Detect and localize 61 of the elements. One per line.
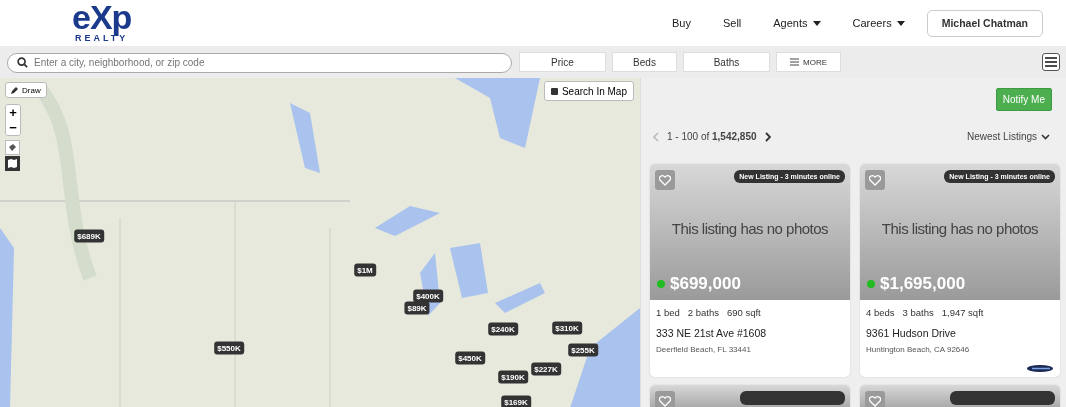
next-page-icon[interactable] bbox=[764, 131, 771, 142]
baths-text: 3 baths bbox=[902, 307, 934, 318]
filter-button[interactable]: Beds bbox=[612, 52, 677, 72]
filter-button[interactable]: Price bbox=[519, 52, 606, 72]
sqft-text: 690 sqft bbox=[726, 307, 761, 318]
no-photo-text: This listing has no photos bbox=[880, 220, 1040, 237]
layers-button[interactable] bbox=[5, 140, 20, 155]
filter-button[interactable]: MORE bbox=[776, 52, 841, 72]
zoom-out-button[interactable]: − bbox=[6, 120, 20, 135]
menu-icon bbox=[1045, 57, 1057, 67]
price-pin[interactable]: $169K bbox=[501, 395, 531, 407]
nav-link[interactable]: Agents bbox=[773, 17, 821, 29]
nav-link[interactable]: Sell bbox=[722, 17, 742, 29]
map-icon bbox=[8, 159, 17, 168]
price-pin[interactable]: $190K bbox=[498, 370, 528, 384]
beds-text: 4 beds bbox=[866, 307, 895, 318]
sort-dropdown[interactable]: Newest Listings bbox=[966, 131, 1050, 142]
baths-text: 2 baths bbox=[687, 307, 719, 318]
listing-price: $1,695,000 bbox=[880, 274, 966, 294]
heart-icon bbox=[869, 174, 881, 186]
price-pin[interactable]: $240K bbox=[488, 322, 518, 336]
sliders-icon bbox=[790, 58, 799, 66]
heart-icon bbox=[659, 174, 671, 186]
price-pin[interactable]: $310K bbox=[552, 321, 582, 335]
favorite-button[interactable] bbox=[655, 170, 675, 190]
price-pin[interactable]: $450K bbox=[455, 351, 485, 365]
pencil-icon bbox=[11, 86, 19, 94]
price-pin[interactable]: $255K bbox=[568, 343, 598, 357]
map-view-button[interactable] bbox=[5, 156, 20, 171]
zoom-in-button[interactable]: + bbox=[6, 105, 20, 120]
price-pin[interactable]: $400K bbox=[413, 289, 443, 303]
heart-icon bbox=[869, 395, 881, 407]
no-photo-text: This listing has no photos bbox=[670, 220, 830, 237]
favorite-button[interactable] bbox=[655, 391, 675, 407]
favorite-button[interactable] bbox=[865, 170, 885, 190]
listing-address: 333 NE 21st Ave #1608 bbox=[656, 327, 768, 339]
listing-city: Huntington Beach, CA 92646 bbox=[866, 345, 971, 354]
price-pin[interactable]: $227K bbox=[531, 362, 561, 376]
heart-icon bbox=[659, 395, 671, 407]
listing-city: Deerfield Beach, FL 33441 bbox=[656, 345, 752, 354]
listing-price: $699,000 bbox=[670, 274, 741, 294]
search-icon bbox=[17, 57, 28, 68]
menu-button[interactable] bbox=[1042, 53, 1060, 71]
beds-text: 1 bed bbox=[656, 307, 680, 318]
user-button[interactable]: Michael Chatman bbox=[926, 9, 1043, 37]
price-pin[interactable]: $689K bbox=[74, 229, 104, 243]
favorite-button[interactable] bbox=[865, 391, 885, 407]
nav-link[interactable]: Careers bbox=[852, 17, 905, 29]
price-pin[interactable]: $1M bbox=[354, 263, 376, 277]
chevron-down-icon bbox=[1041, 133, 1050, 140]
draw-button[interactable]: Draw bbox=[5, 82, 47, 98]
sqft-text: 1,947 sqft bbox=[941, 307, 984, 318]
nav-link[interactable]: Buy bbox=[671, 17, 691, 29]
price-pin[interactable]: $89K bbox=[404, 301, 430, 315]
logo[interactable]: eXp REALTY bbox=[72, 3, 132, 43]
listing-address: 9361 Hudson Drive bbox=[866, 327, 957, 339]
results-count: 1 - 100 of 1,542,850 bbox=[667, 131, 757, 142]
search-in-map-button[interactable]: Search In Map bbox=[543, 81, 634, 101]
search-field[interactable]: Enter a city, neighborhood, or zip code bbox=[7, 52, 512, 73]
filter-button[interactable]: Baths bbox=[683, 52, 770, 72]
price-pin[interactable]: $550K bbox=[214, 341, 244, 355]
